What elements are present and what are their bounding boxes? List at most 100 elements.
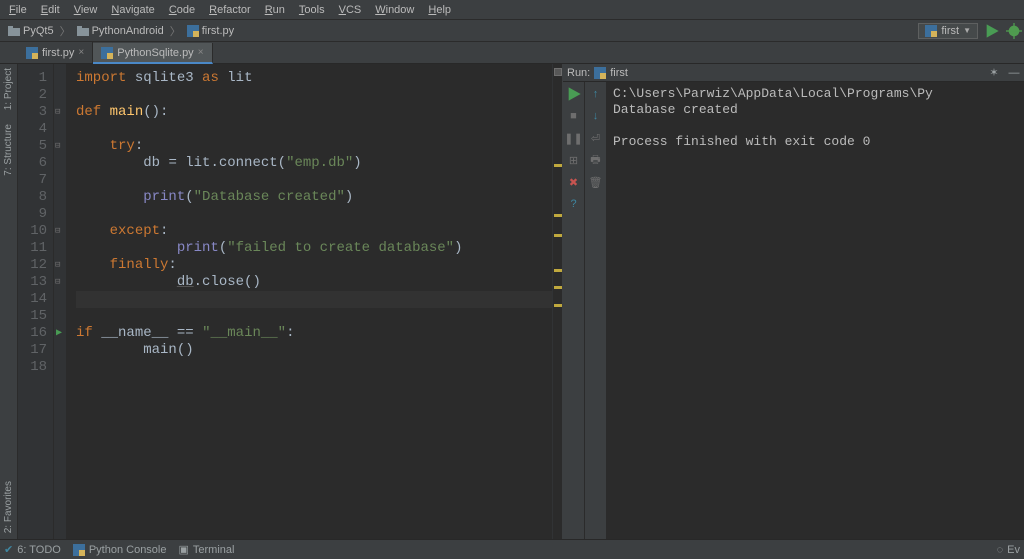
editor-tab[interactable]: first.py × [18, 42, 93, 63]
bottom-tab-event-log[interactable]: ◌ Ev [997, 544, 1020, 556]
clear-all-button[interactable]: 🗑 [588, 174, 604, 190]
fold-gutter[interactable]: ⊟⊟⊟⊟⊟▶ [54, 64, 66, 539]
fold-toggle-icon[interactable]: ⊟ [55, 104, 60, 121]
menu-run[interactable]: Run [258, 2, 292, 18]
menu-view[interactable]: View [67, 2, 105, 18]
close-icon[interactable]: × [78, 47, 84, 58]
warning-marker[interactable] [554, 286, 562, 289]
menu-code[interactable]: Code [162, 2, 202, 18]
warning-marker[interactable] [554, 214, 562, 217]
line-number[interactable]: 9 [20, 206, 47, 223]
menu-tools[interactable]: Tools [292, 2, 332, 18]
code-line[interactable] [76, 87, 552, 104]
line-number[interactable]: 18 [20, 359, 47, 376]
menu-refactor[interactable]: Refactor [202, 2, 258, 18]
code-line[interactable] [76, 308, 552, 325]
run-config-dropdown[interactable]: first ▼ [918, 23, 978, 39]
minimize-icon[interactable]: — [1006, 65, 1022, 81]
warning-marker[interactable] [554, 269, 562, 272]
menu-navigate[interactable]: Navigate [104, 2, 161, 18]
line-number[interactable]: 17 [20, 342, 47, 359]
line-number[interactable]: 1 [20, 70, 47, 87]
terminal-icon: ▣ [179, 543, 189, 556]
code-line[interactable] [76, 121, 552, 138]
help-button[interactable]: ? [566, 196, 582, 212]
fold-toggle-icon[interactable]: ⊟ [55, 274, 60, 291]
code-line[interactable]: print("failed to create database") [76, 240, 552, 257]
line-number[interactable]: 4 [20, 121, 47, 138]
code-line[interactable]: db.close() [76, 274, 552, 291]
soft-wrap-button[interactable]: ⏎ [588, 130, 604, 146]
pause-button[interactable]: ❚❚ [566, 130, 582, 146]
code-line[interactable]: if __name__ == "__main__": [76, 325, 552, 342]
code-line[interactable]: main() [76, 342, 552, 359]
menu-file[interactable]: File [2, 2, 34, 18]
bottom-tab-todo[interactable]: ✔ 6: TODO [4, 543, 61, 556]
menu-edit[interactable]: Edit [34, 2, 67, 18]
print-button[interactable]: 🖶 [588, 152, 604, 168]
line-number[interactable]: 10 [20, 223, 47, 240]
settings-icon[interactable]: ✶ [986, 65, 1002, 81]
code-line[interactable] [76, 172, 552, 189]
line-number[interactable]: 15 [20, 308, 47, 325]
line-number[interactable]: 16 [20, 325, 47, 342]
fold-toggle-icon[interactable]: ⊟ [55, 223, 60, 240]
line-number[interactable]: 2 [20, 87, 47, 104]
code-line[interactable]: finally: [76, 257, 552, 274]
sidebar-tab-project[interactable]: 1: Project [3, 68, 14, 110]
code-editor[interactable]: import sqlite3 as lit def main(): try: d… [66, 64, 552, 539]
breadcrumb-file[interactable]: first.py [183, 25, 238, 37]
line-number[interactable]: 7 [20, 172, 47, 189]
fold-toggle-icon[interactable]: ⊟ [55, 138, 60, 155]
editor-tab-label: first.py [42, 47, 74, 59]
warning-marker[interactable] [554, 304, 562, 307]
code-line[interactable]: except: [76, 223, 552, 240]
code-line[interactable]: db = lit.connect("emp.db") [76, 155, 552, 172]
rerun-button[interactable] [566, 86, 582, 102]
breadcrumb-folder[interactable]: PythonAndroid [73, 25, 168, 37]
line-number-gutter[interactable]: 123456789101112131415161718 [18, 64, 54, 539]
debug-button[interactable] [1006, 23, 1022, 39]
warning-marker[interactable] [554, 234, 562, 237]
run-line-gutter-icon[interactable]: ▶ [56, 325, 62, 342]
up-button[interactable]: ↑ [588, 86, 604, 102]
fold-toggle-icon[interactable]: ⊟ [55, 257, 60, 274]
stop-button[interactable]: ■ [566, 108, 582, 124]
run-tool-column-2: ↑ ↓ ⏎ 🖶 🗑 [585, 82, 607, 539]
main-content-row: 1: Project 7: Structure 2: Favorites 123… [0, 64, 1024, 539]
line-number[interactable]: 11 [20, 240, 47, 257]
line-number[interactable]: 5 [20, 138, 47, 155]
line-number[interactable]: 6 [20, 155, 47, 172]
run-button[interactable] [984, 23, 1000, 39]
run-tool-column-1: ■ ❚❚ ⊞ ✖ ? [563, 82, 585, 539]
breadcrumb-project[interactable]: PyQt5 [4, 25, 58, 37]
editor-tab[interactable]: PythonSqlite.py× [93, 43, 212, 64]
menu-vcs[interactable]: VCS [332, 2, 369, 18]
line-number[interactable]: 14 [20, 291, 47, 308]
code-line[interactable] [76, 291, 552, 308]
line-number[interactable]: 12 [20, 257, 47, 274]
breadcrumb-separator: 〉 [168, 23, 183, 39]
code-line[interactable]: def main(): [76, 104, 552, 121]
sidebar-tab-structure[interactable]: 7: Structure [3, 124, 14, 176]
menu-window[interactable]: Window [368, 2, 421, 18]
pin-button[interactable]: ✖ [566, 174, 582, 190]
code-line[interactable]: import sqlite3 as lit [76, 70, 552, 87]
close-icon[interactable]: × [198, 47, 204, 58]
code-line[interactable]: try: [76, 138, 552, 155]
bottom-tab-python-console[interactable]: Python Console [73, 544, 167, 556]
line-number[interactable]: 13 [20, 274, 47, 291]
down-button[interactable]: ↓ [588, 108, 604, 124]
menu-help[interactable]: Help [421, 2, 458, 18]
line-number[interactable]: 3 [20, 104, 47, 121]
warning-marker[interactable] [554, 164, 562, 167]
code-line[interactable]: print("Database created") [76, 189, 552, 206]
code-line[interactable] [76, 206, 552, 223]
bottom-tab-terminal[interactable]: ▣ Terminal [179, 543, 235, 556]
sidebar-tab-favorites[interactable]: 2: Favorites [3, 481, 14, 533]
error-stripe[interactable] [552, 64, 562, 539]
console-output[interactable]: C:\Users\Parwiz\AppData\Local\Programs\P… [607, 82, 1024, 539]
code-line[interactable] [76, 359, 552, 376]
restore-layout-button[interactable]: ⊞ [566, 152, 582, 168]
line-number[interactable]: 8 [20, 189, 47, 206]
